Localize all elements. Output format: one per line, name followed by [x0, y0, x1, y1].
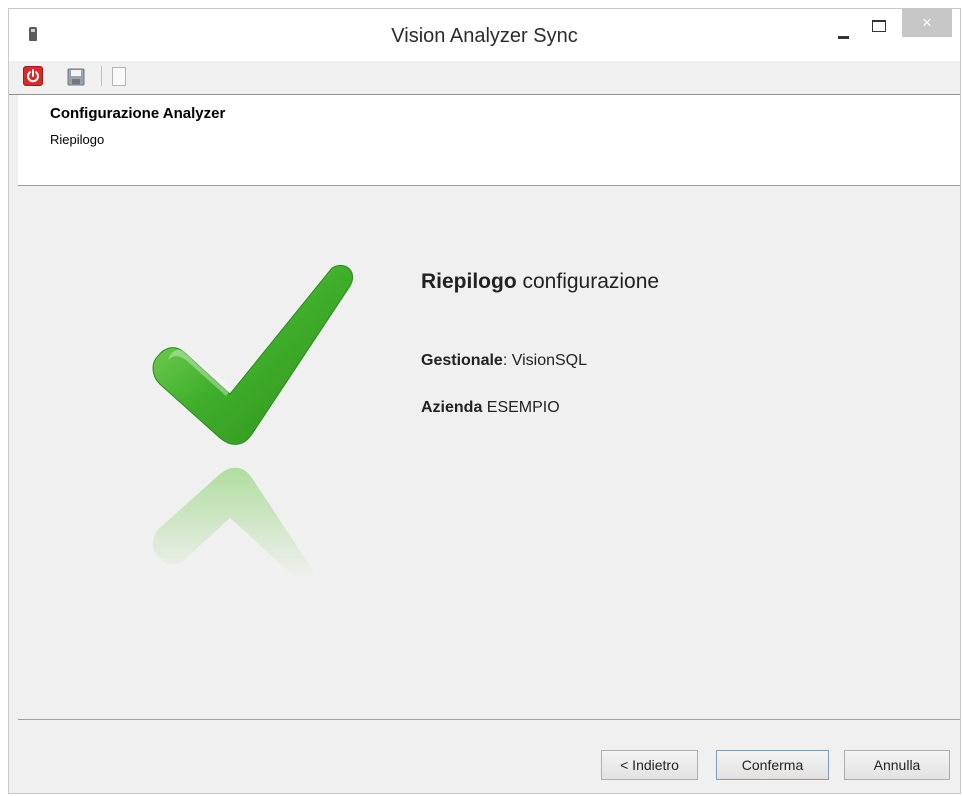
wizard-content: Riepilogo configurazione Gestionale: Vis…: [18, 186, 960, 719]
summary-title-bold: Riepilogo: [421, 270, 517, 293]
wizard-header: Configurazione Analyzer Riepilogo: [18, 95, 960, 186]
page-icon[interactable]: [112, 67, 126, 86]
minimize-icon[interactable]: [833, 15, 859, 41]
azienda-value: ESEMPIO: [482, 399, 560, 416]
close-icon[interactable]: ×: [902, 9, 952, 37]
title-bar[interactable]: Vision Analyzer Sync ×: [9, 9, 960, 61]
back-button[interactable]: < Indietro: [601, 750, 698, 780]
save-icon[interactable]: [67, 68, 85, 86]
summary-title-rest: configurazione: [516, 270, 660, 293]
header-subtitle: Riepilogo: [50, 132, 105, 147]
azienda-row: Azienda ESEMPIO: [421, 399, 560, 417]
toolbar: [9, 61, 960, 95]
wizard-footer: < Indietro Conferma Annulla: [18, 719, 960, 793]
gestionale-value: : VisionSQL: [502, 352, 588, 369]
maximize-icon[interactable]: [866, 15, 892, 41]
summary-title: Riepilogo configurazione: [421, 270, 659, 294]
header-title: Configurazione Analyzer: [50, 105, 226, 122]
gestionale-label: Gestionale: [421, 352, 503, 369]
azienda-label: Azienda: [421, 399, 483, 416]
app-window: Vision Analyzer Sync × Configurazione An…: [8, 8, 961, 794]
window-title: Vision Analyzer Sync: [391, 25, 578, 47]
checkmark-icon: [128, 256, 378, 586]
confirm-button[interactable]: Conferma: [716, 750, 829, 780]
toolbar-separator: [101, 66, 102, 86]
gestionale-row: Gestionale: VisionSQL: [421, 352, 587, 370]
power-icon[interactable]: [23, 66, 43, 86]
cancel-button[interactable]: Annulla: [844, 750, 950, 780]
